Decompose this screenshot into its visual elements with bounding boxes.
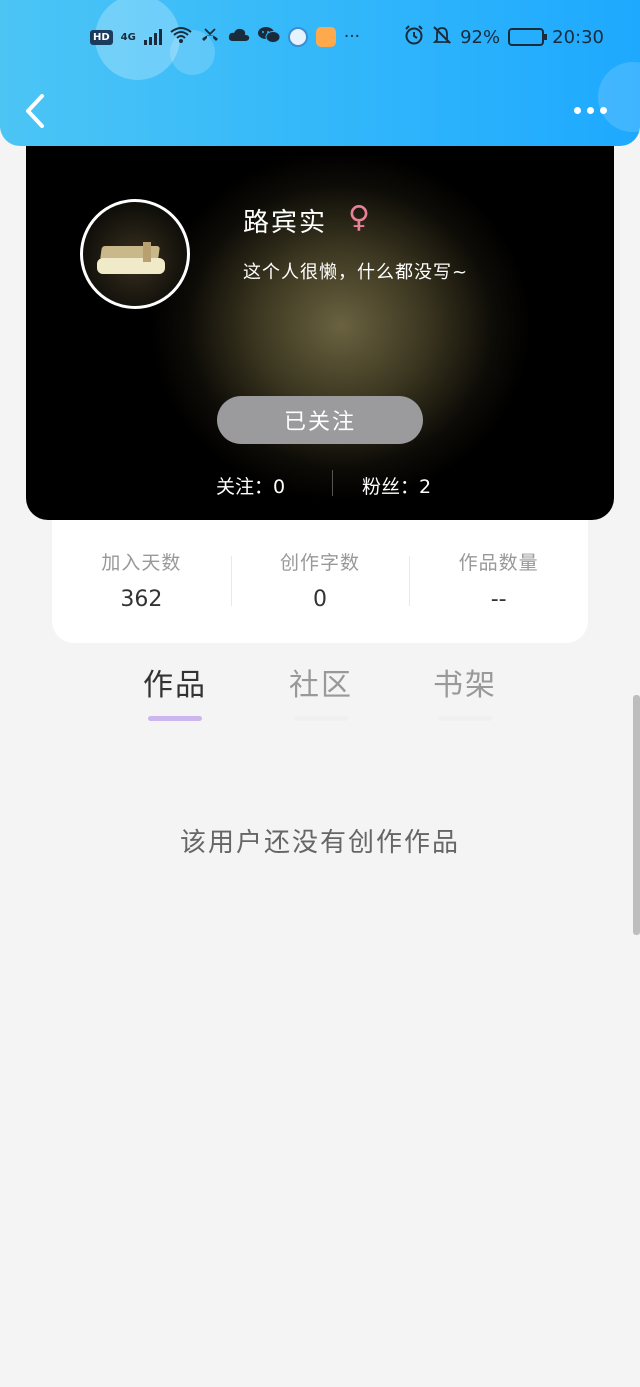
fans-count[interactable]: 粉丝：2 xyxy=(362,472,431,499)
stat-join-days: 加入天数 362 xyxy=(52,548,231,612)
follow-counts: 关注：0 粉丝：2 xyxy=(26,466,614,500)
chevron-left-icon xyxy=(26,94,44,128)
decor-bubble xyxy=(598,62,640,132)
stats-card: 加入天数 362 创作字数 0 作品数量 -- xyxy=(52,520,588,643)
profile-tabs: 作品 社区 书架 xyxy=(0,660,640,724)
more-options-button[interactable] xyxy=(574,100,614,120)
missed-call-icon xyxy=(200,27,220,47)
stat-label: 创作字数 xyxy=(280,552,361,574)
stat-word-count: 创作字数 0 xyxy=(230,548,410,612)
status-bar-right: 92% 20:30 xyxy=(404,24,604,50)
more-dots-icon xyxy=(587,106,594,114)
back-button[interactable] xyxy=(22,92,50,130)
tab-indicator xyxy=(148,716,202,721)
wechat-icon xyxy=(257,26,281,48)
stat-works-count: 作品数量 -- xyxy=(409,548,588,612)
alarm-icon xyxy=(404,24,424,50)
tab-works[interactable]: 作品 xyxy=(143,660,207,721)
empty-state-message: 该用户还没有创作作品 xyxy=(179,828,460,858)
more-notifications-icon: ··· xyxy=(343,26,361,47)
more-dots-icon xyxy=(600,106,607,114)
follow-button[interactable]: 已关注 xyxy=(217,396,423,444)
signal-icon xyxy=(143,29,162,45)
user-bio: 这个人很懒，什么都没写~ xyxy=(243,262,469,283)
wifi-icon xyxy=(170,26,192,48)
browser-icon xyxy=(287,27,308,47)
stat-value: -- xyxy=(490,587,507,612)
more-dots-icon xyxy=(574,106,581,114)
top-header: HD 4G ··· 92% 20:30 xyxy=(0,0,640,146)
female-gender-icon: ♀ xyxy=(348,200,370,235)
battery-icon xyxy=(508,28,548,46)
profile-card: 路宾实 ♀ 这个人很懒，什么都没写~ 已关注 关注：0 粉丝：2 xyxy=(26,146,614,520)
tab-label: 书架 xyxy=(433,668,497,703)
cloud-icon xyxy=(228,28,250,46)
avatar[interactable] xyxy=(80,199,190,309)
hd-badge: HD xyxy=(90,29,113,45)
tab-bookshelf[interactable]: 书架 xyxy=(433,660,497,721)
following-count[interactable]: 关注：0 xyxy=(216,472,285,499)
clock: 20:30 xyxy=(552,26,604,48)
tab-indicator xyxy=(438,716,492,721)
stat-label: 加入天数 xyxy=(101,552,182,574)
status-bar-left: HD 4G ··· xyxy=(90,26,360,48)
tab-community[interactable]: 社区 xyxy=(289,660,353,721)
tab-indicator xyxy=(294,716,348,721)
divider xyxy=(332,470,333,496)
scrollbar[interactable] xyxy=(633,695,640,935)
tab-label: 作品 xyxy=(143,668,207,703)
battery-percent: 92% xyxy=(460,26,501,48)
network-type: 4G xyxy=(120,31,136,43)
user-name: 路宾实 xyxy=(243,208,328,238)
stat-label: 作品数量 xyxy=(458,552,539,574)
mute-icon xyxy=(432,25,452,50)
stat-value: 362 xyxy=(120,587,163,612)
app-icon xyxy=(315,27,336,47)
stat-value: 0 xyxy=(313,587,327,612)
tab-label: 社区 xyxy=(289,668,353,703)
